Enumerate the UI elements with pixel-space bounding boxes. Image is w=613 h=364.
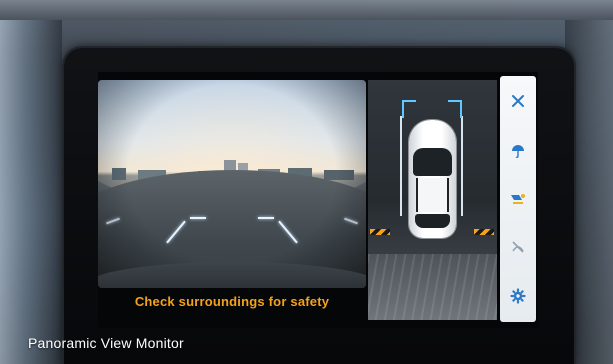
vehicle-windshield (413, 148, 452, 176)
camera-view-icon (511, 194, 525, 204)
guide-bracket-mid-right (458, 110, 462, 118)
sensor-off-icon (512, 241, 524, 253)
vehicle-roof (416, 178, 449, 212)
rain-mode-button[interactable] (500, 136, 536, 166)
parking-line-right (461, 116, 463, 216)
close-button[interactable] (500, 86, 536, 116)
gear-icon (510, 288, 526, 304)
close-icon (512, 95, 524, 107)
hazard-stripe-left (370, 229, 390, 235)
view-switch-button[interactable] (500, 184, 536, 214)
image-caption: Panoramic View Monitor (28, 335, 184, 351)
sensor-toggle-button[interactable] (500, 232, 536, 262)
settings-button[interactable] (500, 281, 536, 311)
guide-bracket-top-left (402, 100, 416, 110)
hazard-stripe-right (474, 229, 494, 235)
guide-bracket-mid-left (402, 110, 406, 118)
guide-line-left-top (190, 217, 206, 219)
window-blur-left (0, 20, 62, 364)
dashboard-edge (0, 0, 613, 20)
fisheye-vignette (98, 80, 366, 288)
guide-line-right-top (258, 217, 274, 219)
vehicle-rear-glass (415, 214, 450, 228)
safety-message: Check surroundings for safety (134, 294, 330, 309)
umbrella-icon (512, 145, 524, 159)
guide-bracket-top-right (448, 100, 462, 110)
rear-camera-view[interactable] (98, 80, 366, 288)
ground-texture (368, 254, 497, 320)
parking-line-left (400, 116, 402, 216)
